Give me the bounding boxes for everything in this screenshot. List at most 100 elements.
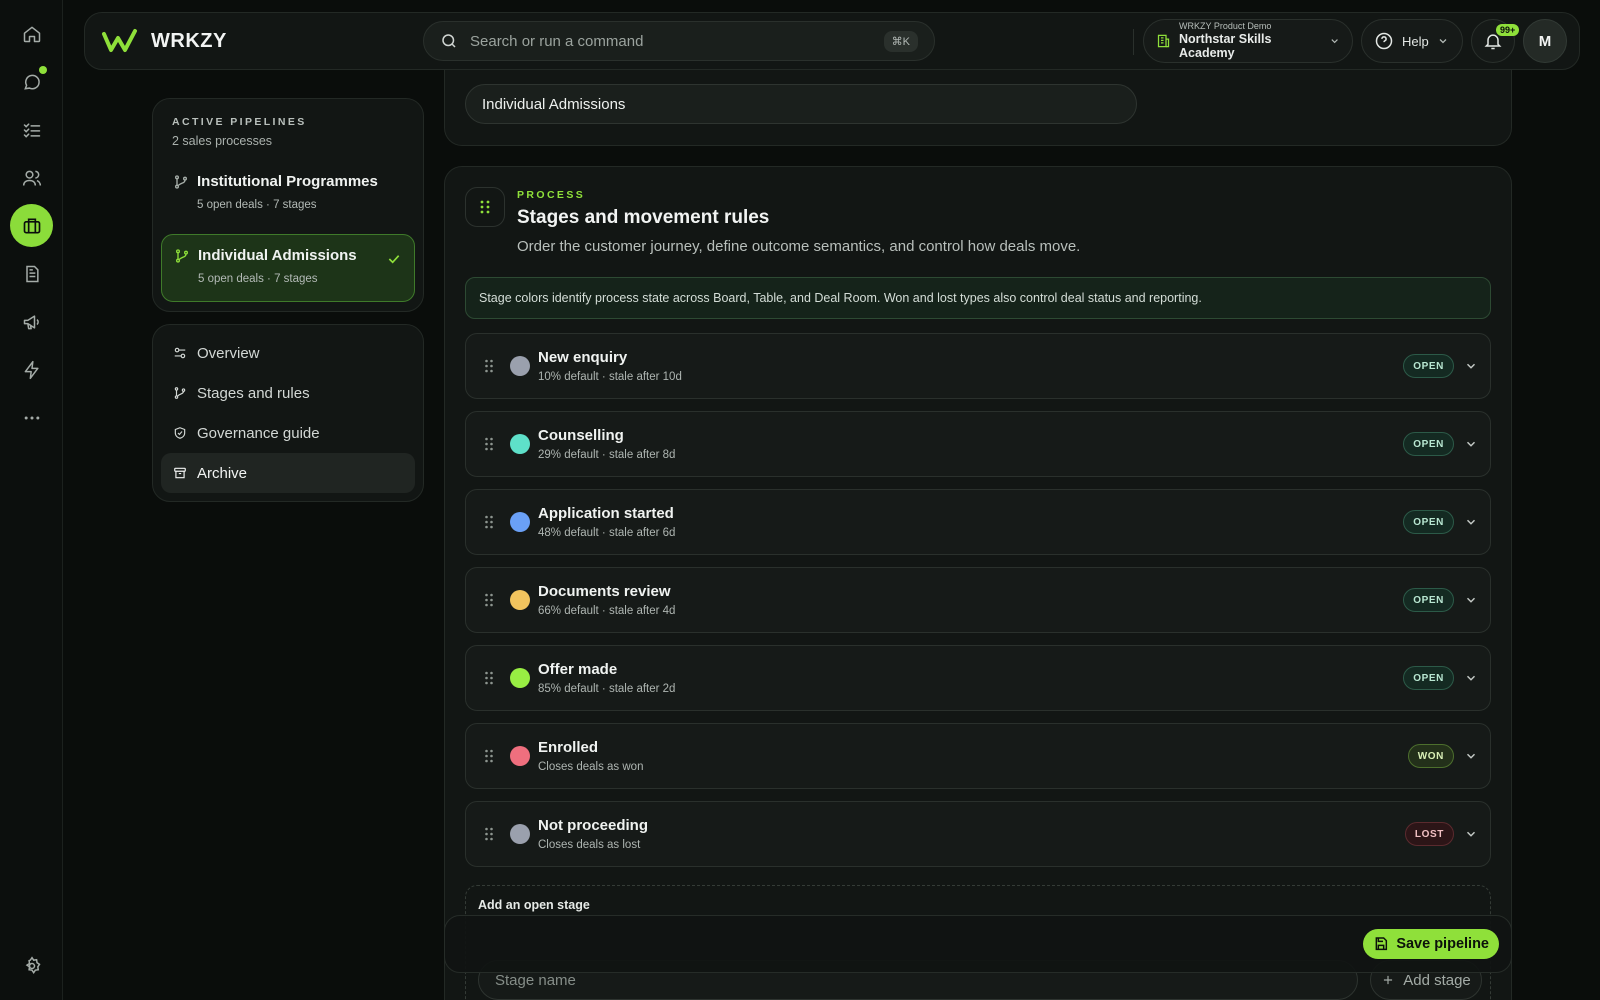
stage-color-dot[interactable] bbox=[510, 668, 530, 688]
stage-row[interactable]: Documents review 66% default · stale afte… bbox=[465, 567, 1491, 633]
drag-handle-icon[interactable] bbox=[484, 359, 494, 373]
more-icon bbox=[24, 416, 39, 419]
shortcut-hint: ⌘K bbox=[883, 30, 918, 52]
process-title: Stages and movement rules bbox=[517, 207, 770, 228]
pipeline-name: Institutional Programmes bbox=[197, 173, 378, 190]
nav-governance-guide[interactable]: Governance guide bbox=[161, 413, 415, 453]
pipeline-item-individual[interactable]: Individual Admissions 5 open deals · 7 s… bbox=[161, 234, 415, 302]
rail-settings[interactable] bbox=[10, 944, 53, 987]
megaphone-icon bbox=[23, 314, 39, 329]
search-input[interactable] bbox=[470, 32, 872, 50]
command-search[interactable]: ⌘K bbox=[423, 21, 935, 61]
contacts-icon bbox=[22, 170, 41, 186]
stage-type-badge: OPEN bbox=[1403, 432, 1454, 456]
stage-color-dot[interactable] bbox=[510, 746, 530, 766]
user-avatar[interactable]: M bbox=[1523, 19, 1567, 63]
stage-name: Offer made bbox=[538, 661, 618, 678]
drag-handle-icon[interactable] bbox=[484, 671, 494, 685]
stage-row[interactable]: Offer made 85% default · stale after 2d OP… bbox=[465, 645, 1491, 711]
stage-color-dot[interactable] bbox=[510, 824, 530, 844]
stage-row[interactable]: Counselling 29% default · stale after 8d O… bbox=[465, 411, 1491, 477]
rail-tasks[interactable] bbox=[10, 108, 53, 151]
stage-type-badge: OPEN bbox=[1403, 354, 1454, 378]
help-label: Help bbox=[1402, 33, 1429, 49]
stage-row[interactable]: Application started 48% default · stale a… bbox=[465, 489, 1491, 555]
chevron-down-icon[interactable] bbox=[1464, 827, 1478, 841]
stage-color-dot[interactable] bbox=[510, 590, 530, 610]
home-icon bbox=[23, 26, 40, 42]
section-drag-handle[interactable] bbox=[465, 187, 505, 227]
stage-type-badge: WON bbox=[1407, 744, 1454, 768]
pipelines-count: 2 sales processes bbox=[172, 134, 273, 148]
stage-name: Documents review bbox=[538, 583, 671, 600]
save-pipeline-label: Save pipeline bbox=[1396, 936, 1489, 952]
drag-handle-icon[interactable] bbox=[484, 827, 494, 841]
rail-home[interactable] bbox=[10, 12, 53, 55]
chevron-down-icon[interactable] bbox=[1464, 593, 1478, 607]
wrkzy-logo-icon bbox=[102, 29, 137, 52]
rail-more[interactable] bbox=[10, 396, 53, 439]
stage-name: Application started bbox=[538, 505, 674, 522]
stage-meta: Closes deals as lost bbox=[538, 839, 641, 851]
drag-handle-icon[interactable] bbox=[484, 515, 494, 529]
chevron-down-icon[interactable] bbox=[1464, 671, 1478, 685]
stage-type-badge: OPEN bbox=[1403, 666, 1454, 690]
notifications-button[interactable]: 99+ bbox=[1471, 19, 1520, 63]
archive-icon bbox=[174, 467, 186, 479]
help-menu-button[interactable]: Help bbox=[1361, 19, 1463, 63]
nav-stages-and-rules[interactable]: Stages and rules bbox=[161, 373, 415, 413]
nav-label: Archive bbox=[197, 464, 248, 482]
stage-row[interactable]: New enquiry 10% default · stale after 10d… bbox=[465, 333, 1491, 399]
chevron-down-icon bbox=[1439, 39, 1447, 44]
stage-row[interactable]: Enrolled Closes deals as won WON bbox=[465, 723, 1491, 789]
chevron-down-icon[interactable] bbox=[1464, 359, 1478, 373]
rail-pipelines[interactable] bbox=[10, 204, 53, 247]
pipeline-meta: 5 open deals · 7 stages bbox=[197, 199, 317, 211]
rail-chat[interactable] bbox=[10, 60, 53, 103]
rail-contacts[interactable] bbox=[10, 156, 53, 199]
unread-dot bbox=[39, 66, 47, 74]
stage-meta: Closes deals as won bbox=[538, 761, 644, 773]
stage-type-badge: OPEN bbox=[1403, 588, 1454, 612]
chevron-down-icon bbox=[1331, 39, 1338, 44]
save-pipeline-button[interactable]: Save pipeline bbox=[1363, 929, 1499, 959]
building-icon bbox=[1157, 34, 1170, 48]
nav-overview[interactable]: Overview bbox=[161, 333, 415, 373]
nav-label: Overview bbox=[197, 344, 260, 362]
org-caption: WRKZY Product Demo bbox=[1179, 21, 1272, 32]
stage-meta: 85% default · stale after 2d bbox=[538, 683, 676, 695]
org-name: Northstar Skills Academy bbox=[1179, 31, 1272, 61]
brand-logo[interactable]: WRKZY bbox=[101, 27, 227, 55]
rail-automations[interactable] bbox=[10, 348, 53, 391]
drag-handle-icon[interactable] bbox=[484, 437, 494, 451]
stage-name: Enrolled bbox=[538, 739, 599, 756]
branch-icon bbox=[174, 387, 186, 399]
stage-color-dot[interactable] bbox=[510, 512, 530, 532]
rail-campaigns[interactable] bbox=[10, 300, 53, 343]
active-pipelines-panel: ACTIVE PIPELINES 2 sales processes Insti… bbox=[152, 98, 424, 312]
org-switcher[interactable]: WRKZY Product Demo Northstar Skills Acad… bbox=[1143, 19, 1353, 63]
stage-colors-info: Stage colors identify process state acro… bbox=[465, 277, 1491, 319]
drag-handle-icon[interactable] bbox=[484, 593, 494, 607]
chevron-down-icon[interactable] bbox=[1464, 437, 1478, 451]
grip-icon bbox=[480, 200, 490, 214]
sliders-icon bbox=[174, 347, 186, 359]
stage-color-dot[interactable] bbox=[510, 356, 530, 376]
pipelines-eyebrow: ACTIVE PIPELINES bbox=[172, 116, 307, 128]
drag-handle-icon[interactable] bbox=[484, 749, 494, 763]
nav-archive[interactable]: Archive bbox=[161, 453, 415, 493]
pipeline-section-nav: Overview Stages and rules Governance gui… bbox=[152, 324, 424, 502]
stage-color-dot[interactable] bbox=[510, 434, 530, 454]
chevron-down-icon[interactable] bbox=[1464, 749, 1478, 763]
brand-name: WRKZY bbox=[151, 29, 227, 52]
stage-name: Not proceeding bbox=[538, 817, 649, 834]
shield-check-icon bbox=[174, 427, 186, 439]
branch-icon bbox=[175, 175, 187, 189]
stage-row[interactable]: Not proceeding Closes deals as lost LOST bbox=[465, 801, 1491, 867]
chevron-down-icon[interactable] bbox=[1464, 515, 1478, 529]
pipeline-name-input[interactable] bbox=[465, 84, 1137, 124]
help-circle-icon bbox=[1375, 32, 1393, 50]
rail-documents[interactable] bbox=[10, 252, 53, 295]
pipeline-item-institutional[interactable]: Institutional Programmes 5 open deals · … bbox=[161, 161, 415, 229]
process-eyebrow: PROCESS bbox=[517, 189, 586, 201]
